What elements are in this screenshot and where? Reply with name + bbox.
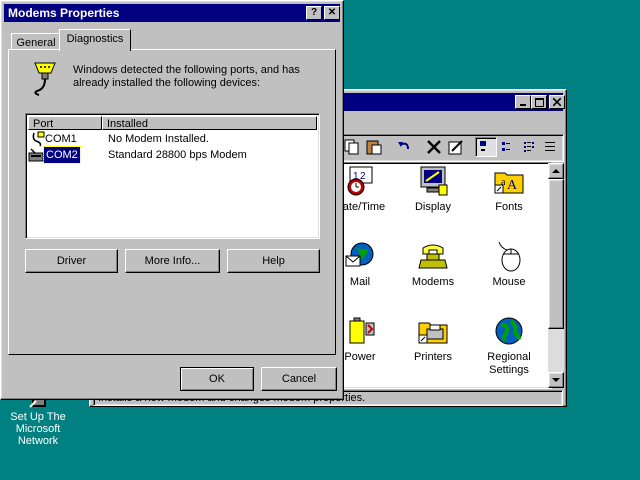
list-view-icon [524, 142, 534, 152]
column-header-installed[interactable]: Installed [102, 116, 317, 130]
tab-label: General [16, 37, 56, 49]
arrow-up-icon [552, 169, 560, 173]
small-icons-button[interactable] [497, 137, 519, 157]
maximize-button[interactable] [531, 95, 547, 109]
scroll-up-button[interactable] [548, 163, 564, 179]
control-panel-icon-view: 12 Date/Time Display Aa Fonts Mail [340, 162, 552, 389]
cancel-button[interactable]: Cancel [261, 367, 337, 391]
delete-icon [427, 140, 441, 154]
control-panel-scrollbar[interactable] [548, 163, 564, 388]
close-icon: ✕ [327, 7, 337, 18]
regional-globe-icon [493, 315, 525, 347]
cp-item-label: Regional Settings [487, 351, 531, 376]
column-header-port[interactable]: Port [28, 116, 102, 130]
properties-button[interactable] [445, 137, 467, 157]
cp-item-fonts[interactable]: Aa Fonts [469, 165, 549, 214]
details-view-button[interactable] [541, 137, 559, 157]
dialog-title-bar[interactable]: Modems Properties ? ✕ [4, 4, 340, 22]
small-icons-icon [502, 142, 510, 151]
desktop-icon-label: Set Up The Microsoft Network [10, 411, 66, 447]
mouse-icon [493, 240, 525, 272]
driver-button[interactable]: Driver [25, 249, 118, 273]
clock-calendar-icon: 12 [344, 165, 376, 197]
port-name: COM2 [43, 146, 81, 164]
large-icons-icon [480, 141, 486, 151]
svg-text:A: A [507, 178, 518, 193]
port-row-com2[interactable]: COM2 Standard 28800 bps Modem [28, 146, 318, 164]
cp-item-label: Mouse [492, 276, 526, 288]
port-row-com1[interactable]: COM1 No Modem Installed. [28, 131, 318, 147]
cp-item-printers[interactable]: Printers [393, 315, 473, 364]
paste-button[interactable] [363, 137, 385, 157]
copy-button[interactable] [341, 137, 363, 157]
button-label: Cancel [281, 373, 317, 385]
button-label: More Info... [144, 255, 201, 267]
column-header-label: Port [33, 118, 54, 130]
cp-item-label: Display [414, 201, 452, 213]
cp-item-label: Printers [414, 351, 452, 363]
port-installed: Standard 28800 bps Modem [108, 149, 247, 161]
maximize-icon [534, 98, 544, 107]
minimize-icon [520, 104, 526, 106]
cp-item-label: Power [344, 351, 376, 363]
fonts-folder-icon: Aa [493, 165, 525, 197]
modem-phone-icon [417, 240, 449, 272]
desktop-icon-msn[interactable]: Set Up The Microsoft Network [4, 393, 72, 447]
button-label: OK [209, 373, 225, 385]
arrow-down-icon [552, 378, 560, 382]
details-view-icon [545, 142, 555, 151]
close-icon [552, 97, 562, 107]
serial-port-icon [31, 61, 59, 97]
display-icon [417, 165, 449, 197]
list-view-button[interactable] [519, 137, 541, 157]
close-button[interactable]: ✕ [324, 6, 340, 20]
more-info-button[interactable]: More Info... [125, 249, 220, 273]
scroll-down-button[interactable] [548, 372, 564, 388]
column-header-label: Installed [107, 118, 148, 130]
delete-button[interactable] [423, 137, 445, 157]
cp-item-date-time[interactable]: 12 Date/Time [341, 165, 400, 214]
ok-button[interactable]: OK [180, 367, 254, 391]
cp-item-label: Modems [411, 276, 455, 288]
cp-item-mail[interactable]: Mail [341, 240, 400, 289]
port-name: COM1 [45, 133, 77, 145]
cp-item-power[interactable]: Power [341, 315, 400, 364]
tab-diagnostics[interactable]: Diagnostics [59, 29, 131, 51]
help-button[interactable]: Help [227, 249, 320, 273]
cp-item-mouse[interactable]: Mouse [469, 240, 549, 289]
cp-item-modems[interactable]: Modems [393, 240, 473, 289]
button-label: Help [262, 255, 285, 267]
help-icon: ? [310, 7, 318, 18]
large-icons-button[interactable] [475, 137, 497, 157]
cp-item-label: Date/Time [341, 201, 386, 213]
cp-item-label: Mail [349, 276, 371, 288]
copy-icon [344, 139, 359, 155]
cp-item-regional-settings[interactable]: Regional Settings [469, 315, 549, 377]
diagnostics-description: Windows detected the following ports, an… [73, 64, 300, 89]
help-title-button[interactable]: ? [306, 6, 322, 20]
button-label: Driver [56, 255, 87, 267]
port-list[interactable]: Port Installed COM1 No Modem Installed. … [25, 113, 320, 239]
port-connector-icon [32, 131, 45, 147]
cp-item-display[interactable]: Display [393, 165, 473, 214]
modems-properties-dialog: Modems Properties ? ✕ General Diagnostic… [0, 0, 344, 400]
dialog-title: Modems Properties [8, 6, 120, 20]
tab-label: Diagnostics [66, 33, 124, 45]
modem-device-icon [28, 148, 44, 162]
close-button[interactable] [549, 95, 565, 109]
control-panel-toolbar [340, 134, 564, 162]
power-battery-icon [344, 315, 376, 347]
printers-folder-icon [417, 315, 449, 347]
scroll-thumb[interactable] [548, 179, 564, 329]
cp-item-label: Fonts [495, 201, 523, 213]
paste-icon [366, 140, 382, 155]
undo-button[interactable] [393, 137, 415, 157]
undo-icon [398, 142, 409, 150]
properties-icon [448, 140, 463, 155]
mail-globe-icon [344, 240, 376, 272]
port-installed: No Modem Installed. [108, 133, 209, 145]
minimize-button[interactable] [515, 95, 531, 109]
